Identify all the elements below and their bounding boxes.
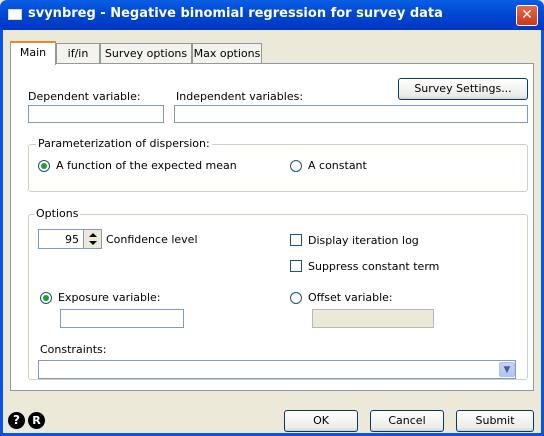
display-iteration-log-checkbox[interactable] bbox=[290, 234, 302, 246]
dispersion-group-title: Parameterization of dispersion: bbox=[36, 137, 212, 150]
constraints-label: Constraints: bbox=[40, 343, 107, 356]
tab-main[interactable]: Main bbox=[10, 41, 56, 65]
dependent-variable-label: Dependent variable: bbox=[28, 90, 141, 103]
offset-variable-input bbox=[312, 309, 434, 328]
reset-icon[interactable]: R bbox=[28, 412, 45, 429]
submit-button[interactable]: Submit bbox=[456, 410, 534, 432]
suppress-constant-label[interactable]: Suppress constant term bbox=[308, 260, 439, 273]
offset-variable-label[interactable]: Offset variable: bbox=[308, 291, 393, 304]
tab-survey-options[interactable]: Survey options bbox=[100, 43, 192, 65]
spinner-buttons[interactable] bbox=[83, 230, 101, 248]
spinner-arrows-icon bbox=[89, 233, 97, 245]
dispersion-constant-label[interactable]: A constant bbox=[308, 159, 367, 172]
dependent-variable-input[interactable] bbox=[28, 105, 164, 123]
exposure-variable-label[interactable]: Exposure variable: bbox=[58, 291, 161, 304]
confidence-level-label: Confidence level bbox=[106, 233, 198, 246]
independent-variables-input[interactable] bbox=[174, 105, 528, 123]
ok-button[interactable]: OK bbox=[284, 410, 358, 432]
window-icon bbox=[8, 9, 22, 20]
close-button[interactable]: ✕ bbox=[516, 5, 538, 26]
dispersion-mean-label[interactable]: A function of the expected mean bbox=[56, 159, 237, 172]
dispersion-constant-radio[interactable] bbox=[290, 160, 302, 172]
chevron-down-icon[interactable]: ▼ bbox=[499, 362, 515, 377]
exposure-variable-input[interactable] bbox=[60, 309, 184, 328]
confidence-level-spinner[interactable]: 95 bbox=[38, 229, 102, 249]
exposure-variable-radio[interactable] bbox=[40, 292, 52, 304]
cancel-button[interactable]: Cancel bbox=[370, 410, 444, 432]
tab-max-options[interactable]: Max options bbox=[192, 43, 262, 65]
dispersion-mean-radio[interactable] bbox=[38, 160, 50, 172]
tab-if-in[interactable]: if/in bbox=[56, 43, 100, 65]
window-frame-left bbox=[0, 30, 3, 436]
survey-settings-button[interactable]: Survey Settings... bbox=[398, 78, 528, 100]
display-iteration-log-label[interactable]: Display iteration log bbox=[308, 234, 419, 247]
independent-variables-label: Independent variables: bbox=[176, 90, 304, 103]
options-group-title: Options bbox=[34, 207, 81, 220]
offset-variable-radio[interactable] bbox=[290, 292, 302, 304]
constraints-combobox[interactable]: ▼ bbox=[38, 360, 516, 379]
confidence-level-value[interactable]: 95 bbox=[65, 233, 79, 246]
window-title: svynbreg - Negative binomial regression … bbox=[28, 6, 443, 21]
suppress-constant-checkbox[interactable] bbox=[290, 260, 302, 272]
help-icon[interactable]: ? bbox=[8, 412, 25, 429]
